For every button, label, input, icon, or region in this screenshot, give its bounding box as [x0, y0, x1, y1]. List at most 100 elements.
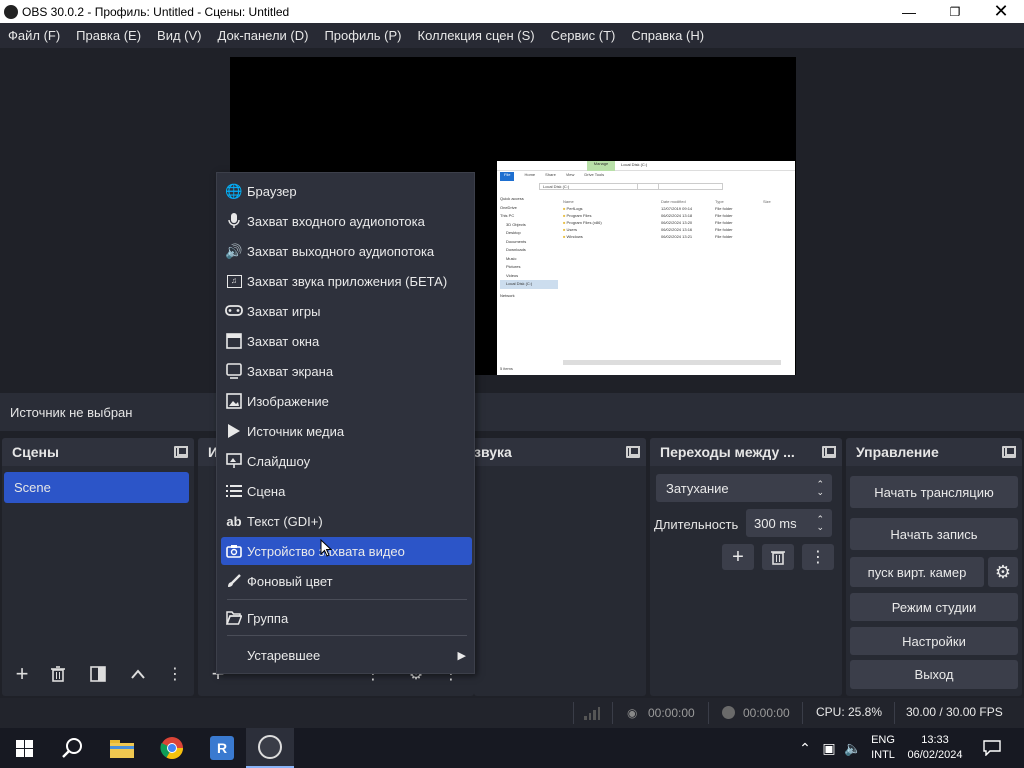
undock-icon[interactable]: [1002, 446, 1016, 458]
menu-docks[interactable]: Док-панели (D): [210, 28, 317, 43]
audio-title: звука: [474, 444, 512, 460]
menu-view[interactable]: Вид (V): [149, 28, 209, 43]
explorer-file: Program Files (x86): [566, 220, 602, 225]
spin-icon: ⌃ ⌄: [816, 514, 824, 532]
transition-value: Затухание: [666, 480, 729, 496]
volume-tray-button[interactable]: 🔈: [842, 728, 864, 768]
obs-taskbar[interactable]: [246, 728, 294, 768]
exit-button[interactable]: Выход: [850, 660, 1018, 689]
menu-item-label: Захват входного аудиопотока: [247, 213, 425, 229]
explorer-file: Program Files: [566, 213, 592, 218]
folder-open-icon: [221, 611, 247, 625]
language-button[interactable]: ENG INTL: [866, 728, 900, 768]
notification-icon: [983, 740, 1001, 756]
menu-item-scene[interactable]: Сцена: [221, 477, 472, 505]
remote-app-taskbar[interactable]: R: [198, 728, 246, 768]
explorer-nav: This PC: [500, 213, 515, 218]
menu-item-label: Фоновый цвет: [247, 573, 333, 589]
explorer-capture: Manage Local Disk (C:) File Home Share V…: [497, 161, 795, 375]
menu-file[interactable]: Файл (F): [0, 28, 68, 43]
folder-icon: [110, 740, 134, 758]
tray-expand-button[interactable]: ⌃: [794, 728, 816, 768]
menu-item-audio-input[interactable]: Захват входного аудиопотока: [221, 207, 472, 235]
chrome-taskbar[interactable]: [148, 728, 196, 768]
virtual-cam-label: пуск вирт. камер: [867, 564, 967, 580]
text-icon: ab: [226, 513, 242, 529]
remove-scene-button[interactable]: [44, 662, 72, 686]
scene-more-button[interactable]: ⋮: [167, 662, 183, 686]
image-icon: [221, 393, 247, 409]
menu-item-display-capture[interactable]: Захват экрана: [221, 357, 472, 385]
scene-filters-button[interactable]: [84, 662, 112, 686]
menu-tools[interactable]: Сервис (T): [543, 28, 624, 43]
menu-profile[interactable]: Профиль (P): [316, 28, 409, 43]
explorer-type: File folder: [715, 213, 733, 218]
close-button[interactable]: ✕: [978, 0, 1024, 23]
scene-item-scene[interactable]: Scene: [4, 472, 189, 503]
undock-icon[interactable]: [626, 446, 640, 458]
start-stream-label: Начать трансляцию: [874, 484, 994, 500]
menu-item-label: Группа: [247, 610, 289, 626]
transition-more-button[interactable]: ⋮: [802, 544, 834, 570]
settings-button[interactable]: Настройки: [850, 627, 1018, 655]
menu-item-color-source[interactable]: Фоновый цвет: [221, 567, 472, 595]
menu-scene-collection[interactable]: Коллекция сцен (S): [410, 28, 543, 43]
menu-help[interactable]: Справка (H): [623, 28, 712, 43]
undock-icon[interactable]: [174, 446, 188, 458]
scene-move-up-button[interactable]: [124, 662, 152, 686]
more-vertical-icon: ⋮: [810, 549, 826, 566]
explorer-col: Type: [715, 199, 724, 204]
explorer-tab-share: Share: [545, 172, 556, 177]
camera-icon: [221, 544, 247, 558]
add-source-menu: 🌐 Браузер Захват входного аудиопотока 🔊 За…: [216, 172, 475, 674]
obs-icon: [258, 735, 282, 759]
menu-item-text[interactable]: ab Текст (GDI+): [221, 507, 472, 535]
menu-item-audio-output[interactable]: 🔊 Захват выходного аудиопотока: [221, 237, 472, 265]
remove-transition-button[interactable]: [762, 544, 794, 570]
explorer-file: Users: [566, 227, 577, 232]
microphone-icon: [221, 213, 247, 229]
menu-item-deprecated[interactable]: Устаревшее ▶: [221, 641, 472, 669]
explorer-nav: Network: [500, 292, 515, 298]
add-transition-button[interactable]: +: [722, 544, 754, 570]
minimize-button[interactable]: —: [886, 0, 932, 23]
explorer-tab-file: File: [500, 172, 515, 181]
start-button[interactable]: [0, 728, 48, 768]
network-tray-button[interactable]: ▣: [818, 728, 840, 768]
file-explorer-taskbar[interactable]: [98, 728, 146, 768]
list-icon: [221, 484, 247, 498]
menu-item-game-capture[interactable]: Захват игры: [221, 297, 472, 325]
explorer-date: 06/02/2024 13:20: [661, 220, 693, 225]
clock-button[interactable]: 13:33 06/02/2024: [902, 728, 968, 768]
start-record-button[interactable]: Начать запись: [850, 518, 1018, 550]
menu-item-browser[interactable]: 🌐 Браузер: [221, 177, 472, 205]
duration-spinbox[interactable]: 300 ms ⌃ ⌄: [746, 509, 832, 537]
menu-separator: [227, 599, 467, 600]
maximize-button[interactable]: ❐: [932, 0, 978, 23]
search-button[interactable]: [48, 728, 96, 768]
virtual-cam-settings-button[interactable]: ⚙: [988, 557, 1018, 587]
explorer-date: 06/02/2024 13:16: [661, 227, 693, 232]
notifications-button[interactable]: [978, 728, 1006, 768]
network-icon: ▣: [822, 739, 836, 756]
menu-item-label: Изображение: [247, 393, 329, 409]
menu-item-group[interactable]: Группа: [221, 604, 472, 632]
menu-item-video-capture[interactable]: Устройство захвата видео: [221, 537, 472, 565]
updown-icon: ⌃ ⌄: [816, 479, 824, 497]
explorer-nav: Videos: [506, 272, 519, 278]
undock-icon[interactable]: [822, 446, 836, 458]
transition-select[interactable]: Затухание ⌃ ⌄: [656, 474, 832, 502]
menu-item-media-source[interactable]: Источник медиа: [221, 417, 472, 445]
add-scene-button[interactable]: +: [8, 661, 36, 686]
start-stream-button[interactable]: Начать трансляцию: [850, 476, 1018, 508]
explorer-col: Date modified: [661, 199, 686, 204]
chevron-up-icon: ⌃: [799, 739, 811, 756]
studio-mode-button[interactable]: Режим студии: [850, 593, 1018, 621]
menu-item-slideshow[interactable]: Слайдшоу: [221, 447, 472, 475]
menu-item-app-audio[interactable]: ♫ Захват звука приложения (БЕТА): [221, 267, 472, 295]
menu-edit[interactable]: Правка (E): [68, 28, 149, 43]
start-virtual-cam-button[interactable]: пуск вирт. камер: [850, 557, 984, 587]
menu-item-image[interactable]: Изображение: [221, 387, 472, 415]
menu-item-window-capture[interactable]: Захват окна: [221, 327, 472, 355]
scenes-title: Сцены: [12, 444, 59, 460]
